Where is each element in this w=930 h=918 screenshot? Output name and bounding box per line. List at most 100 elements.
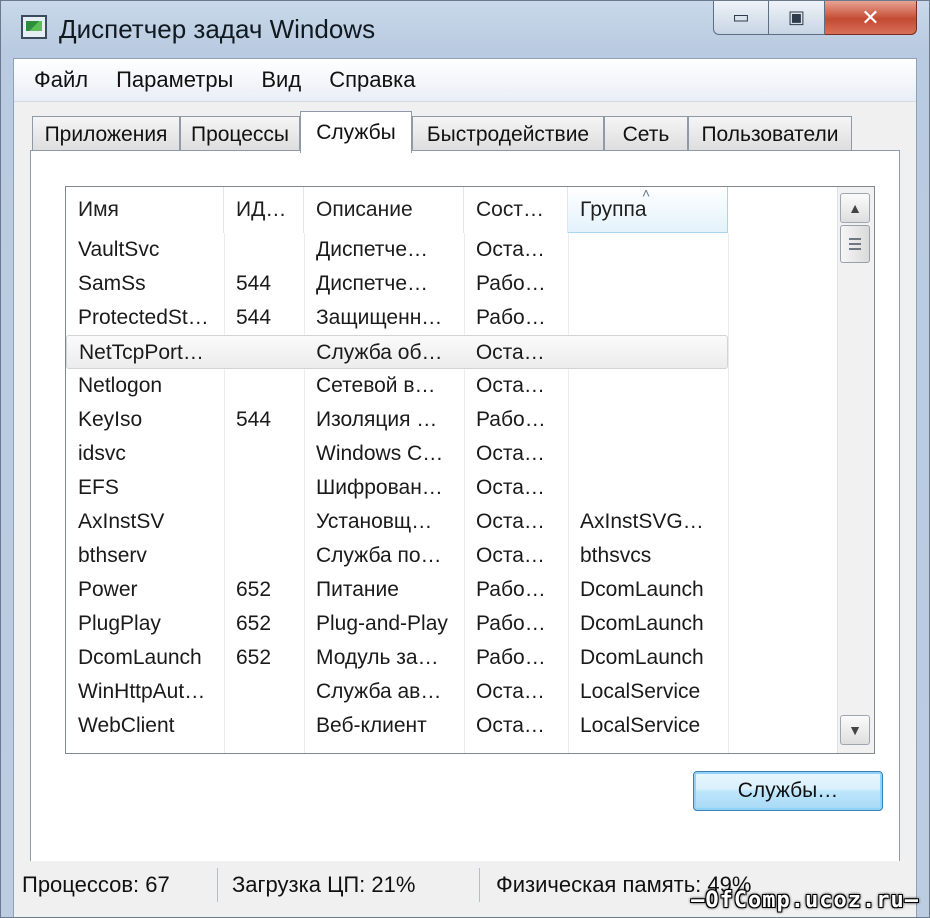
cell-description: Установщ… [316,510,433,533]
cell-group: bthsvcs [580,544,652,567]
table-row[interactable]: bthserv Служба по… Оста… bthsvcs [66,539,838,573]
table-row[interactable]: WebClient Веб-клиент Оста… LocalService [66,709,838,743]
menu-bar: Файл Параметры Вид Справка [14,59,916,102]
cell-group [568,437,728,471]
cell-status: Оста… [476,680,545,703]
tab-users[interactable]: Пользователи [688,116,852,152]
cell-group [568,233,728,267]
table-row[interactable]: NetTcpPort… Служба об… Оста… [66,335,728,369]
cell-description: Шифрован… [316,476,443,499]
cell-group: LocalService [580,714,701,737]
table-row[interactable]: EFS Шифрован… Оста… [66,471,838,505]
cell-description: Служба ав… [316,680,442,703]
cell-name: PlugPlay [78,612,161,635]
cell-status: Рабо… [476,578,546,601]
column-header-name[interactable]: Имя [66,187,224,233]
cell-pid [224,539,304,573]
close-icon: ✕ [861,4,880,30]
services-list[interactable]: Имя ИД… Описание Сост… ˄ Группа VaultSvc… [65,186,875,754]
table-row[interactable]: WinHttpAut… Служба ав… Оста… LocalService [66,675,838,709]
sort-ascending-icon: ˄ [642,187,651,201]
cell-description: Служба по… [316,544,442,567]
cell-name: Power [78,578,138,601]
cell-description: Изоляция … [316,408,438,431]
table-row[interactable]: PlugPlay 652 Plug-and-Play Рабо… DcomLaunch [66,607,838,641]
status-cpu: Загрузка ЦП: 21% [218,868,480,902]
tab-processes[interactable]: Процессы [180,116,300,152]
scroll-down-button[interactable]: ▼ [840,715,870,745]
cell-pid: 652 [236,646,272,669]
cell-description: Plug-and-Play [316,612,448,635]
cell-status: Оста… [476,544,545,567]
tab-performance[interactable]: Быстродействие [412,116,604,152]
cell-group: LocalService [580,680,701,703]
scroll-up-button[interactable]: ▲ [840,193,870,223]
vertical-scrollbar[interactable]: ▲ ▼ [837,187,874,753]
cell-description: Служба об… [316,341,443,364]
cell-name: AxInstSV [78,510,165,533]
cell-description: Модуль за… [316,646,439,669]
status-processes: Процессов: 67 [14,868,218,902]
table-row[interactable]: ProtectedSt… 544 Защищенн… Рабо… [66,301,838,335]
table-row[interactable]: Power 652 Питание Рабо… DcomLaunch [66,573,838,607]
table-row[interactable]: idsvc Windows C… Оста… [66,437,838,471]
menu-help[interactable]: Справка [315,63,429,97]
scroll-thumb[interactable] [840,225,870,263]
cell-name: bthserv [78,544,147,567]
tab-applications[interactable]: Приложения [32,116,180,152]
table-row[interactable]: VaultSvc Диспетче… Оста… [66,233,838,267]
maximize-icon: ▣ [787,7,805,27]
cell-group [568,403,728,437]
cell-group [568,369,728,403]
cell-status: Оста… [476,476,545,499]
cell-description: Веб-клиент [316,714,427,737]
list-header: Имя ИД… Описание Сост… ˄ Группа [66,187,838,233]
list-rows: VaultSvc Диспетче… Оста… SamSs 544 Диспетче… Р… [66,233,838,743]
grip-icon [849,238,861,240]
cell-group [568,471,728,505]
cell-name: EFS [78,476,119,499]
column-header-pid[interactable]: ИД… [224,187,304,233]
cell-name: WinHttpAut… [78,680,206,703]
tab-services[interactable]: Службы [300,111,412,153]
cell-pid [224,505,304,539]
tab-networking[interactable]: Сеть [604,116,688,152]
cell-pid [224,471,304,505]
grip-icon [849,248,861,250]
cell-group [568,336,728,370]
arrow-down-icon: ▼ [848,722,862,738]
cell-status: Рабо… [476,408,546,431]
cell-status: Оста… [475,341,545,364]
cell-pid [224,675,304,709]
menu-options[interactable]: Параметры [102,63,247,97]
column-header-group[interactable]: ˄ Группа [568,187,728,233]
column-header-group-label: Группа [580,197,647,221]
table-row[interactable]: DcomLaunch 652 Модуль за… Рабо… DcomLaunch [66,641,838,675]
maximize-button[interactable]: ▣ [769,1,825,35]
cell-group [568,301,728,335]
cell-name: idsvc [78,442,126,465]
cell-status: Оста… [476,238,545,261]
title-bar[interactable]: Диспетчер задач Windows ▭ ▣ ✕ [1,1,929,57]
cell-name: KeyIso [78,408,143,431]
cell-pid [224,437,304,471]
minimize-button[interactable]: ▭ [713,1,769,35]
open-services-button[interactable]: Службы… [693,771,883,811]
cell-status: Рабо… [476,612,546,635]
close-button[interactable]: ✕ [825,1,917,35]
menu-file[interactable]: Файл [20,63,102,97]
cell-pid: 544 [236,272,272,295]
cell-description: Диспетче… [316,272,429,295]
menu-view[interactable]: Вид [247,63,315,97]
table-row[interactable]: AxInstSV Установщ… Оста… AxInstSVG… [66,505,838,539]
column-header-status[interactable]: Сост… [464,187,568,233]
table-row[interactable]: Netlogon Сетевой в… Оста… [66,369,838,403]
cell-status: Оста… [476,714,545,737]
cell-status: Рабо… [476,306,546,329]
table-row[interactable]: SamSs 544 Диспетче… Рабо… [66,267,838,301]
column-header-description[interactable]: Описание [304,187,464,233]
arrow-up-icon: ▲ [848,200,862,216]
table-row[interactable]: KeyIso 544 Изоляция … Рабо… [66,403,838,437]
cell-group: DcomLaunch [580,578,704,601]
cell-pid: 544 [236,306,272,329]
